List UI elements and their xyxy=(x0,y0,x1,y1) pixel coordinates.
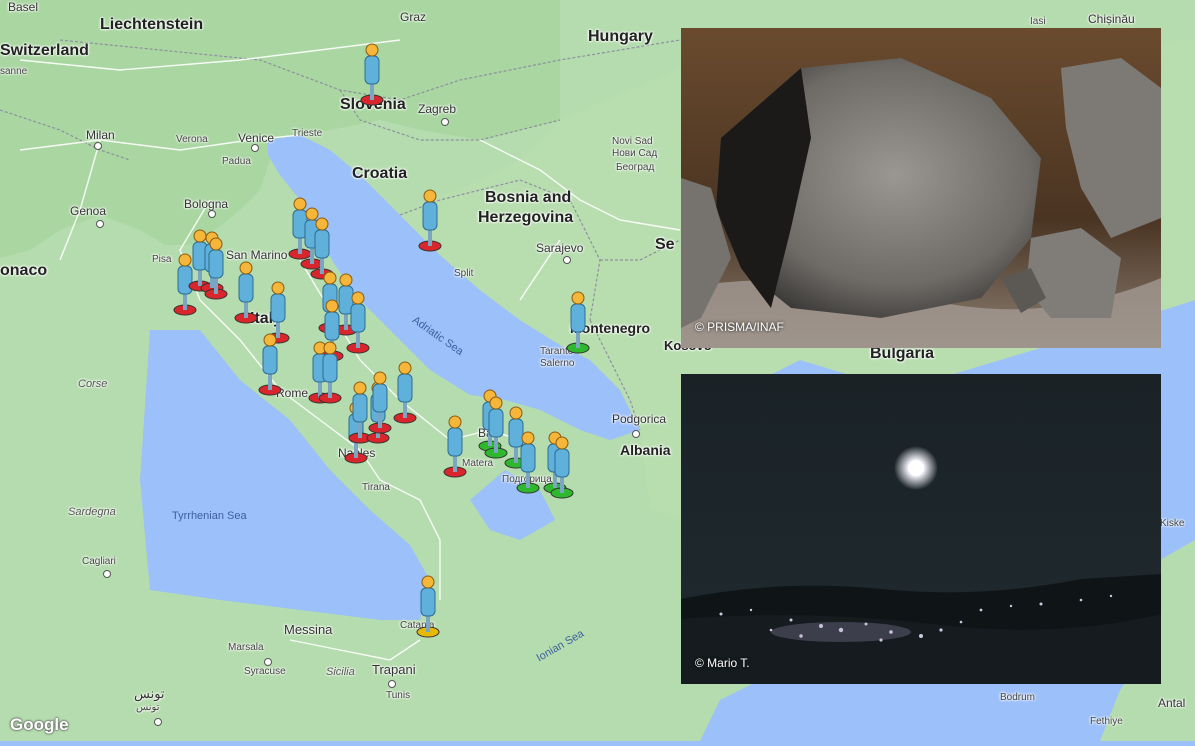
place-dot xyxy=(154,718,162,726)
photo-credit: © PRISMA/INAF xyxy=(695,320,784,334)
city-label: sanne xyxy=(0,66,28,77)
meteorite-image xyxy=(681,28,1161,348)
place-dot xyxy=(563,256,571,264)
place-dot xyxy=(96,220,104,228)
city-label: Novi Sad xyxy=(612,136,653,147)
city-label: Cagliari xyxy=(82,556,116,567)
photo-credit: © Mario T. xyxy=(695,656,750,670)
country-label: Bosnia and xyxy=(485,189,572,206)
person-marker[interactable] xyxy=(550,435,574,499)
place-dot xyxy=(441,118,449,126)
city-label: Sarajevo xyxy=(536,241,584,255)
place-dot xyxy=(264,658,272,666)
person-marker[interactable] xyxy=(443,414,467,478)
city-label: Basel xyxy=(8,0,39,14)
city-label: Podgorica xyxy=(612,412,667,426)
city-label: Trieste xyxy=(292,128,323,139)
city-label: Trapani xyxy=(372,662,416,677)
person-marker[interactable] xyxy=(368,370,392,434)
person-marker[interactable] xyxy=(258,332,282,396)
city-label: Београд xyxy=(616,162,655,173)
place-dot xyxy=(103,570,111,578)
city-label: Salerno xyxy=(540,358,575,369)
fireball-image xyxy=(681,374,1161,684)
island-label: Sardegna xyxy=(68,506,116,518)
city-label: Graz xyxy=(400,10,427,24)
country-label: Liechtenstein xyxy=(100,16,204,33)
city-label: تونس xyxy=(134,686,165,701)
place-dot xyxy=(208,210,216,218)
city-label: Tirana xyxy=(362,482,390,493)
country-label: Herzegovina xyxy=(478,209,574,226)
city-label: Syracuse xyxy=(244,666,286,677)
person-marker[interactable] xyxy=(204,236,228,300)
google-logo: Google xyxy=(10,715,69,734)
city-label: Pisa xyxy=(152,254,172,265)
city-label: Нови Сад xyxy=(612,148,658,159)
city-label: Zagreb xyxy=(418,102,457,116)
fireball-photo: © Mario T. xyxy=(681,374,1161,684)
person-marker[interactable] xyxy=(418,188,442,252)
country-label: Hungary xyxy=(588,28,653,45)
island-label: Corse xyxy=(78,378,108,390)
city-label: Messina xyxy=(284,622,333,637)
person-marker[interactable] xyxy=(566,290,590,354)
person-marker[interactable] xyxy=(346,290,370,354)
city-label: Fethiye xyxy=(1090,716,1123,727)
place-dot xyxy=(388,680,396,688)
city-label: Split xyxy=(454,268,474,279)
person-marker[interactable] xyxy=(393,360,417,424)
city-label: Tunis xyxy=(386,690,411,701)
person-marker[interactable] xyxy=(516,430,540,494)
city-label: Genoa xyxy=(70,204,107,218)
city-label: تونس xyxy=(136,702,160,713)
country-label: Switzerland xyxy=(0,42,89,59)
country-label: Albania xyxy=(620,442,671,458)
meteorite-photo: © PRISMA/INAF xyxy=(681,28,1161,348)
city-label: Bodrum xyxy=(1000,692,1036,703)
city-label: Venice xyxy=(238,131,275,145)
country-label: Se xyxy=(655,236,675,253)
person-marker[interactable] xyxy=(234,260,258,324)
city-label: Bologna xyxy=(184,197,229,211)
city-label: Iasi xyxy=(1030,16,1046,27)
person-marker[interactable] xyxy=(318,340,342,404)
city-label: Verona xyxy=(176,134,208,145)
city-label: Milan xyxy=(86,128,115,142)
place-dot xyxy=(632,430,640,438)
city-label: Chișinău xyxy=(1088,12,1135,26)
country-label: Croatia xyxy=(352,165,408,182)
place-dot xyxy=(94,142,102,150)
sea-label: Tyrrhenian Sea xyxy=(172,510,247,522)
country-label: onaco xyxy=(0,262,48,279)
person-marker[interactable] xyxy=(360,42,384,106)
city-label: Kiske xyxy=(1160,518,1185,529)
city-label: Padua xyxy=(222,156,251,167)
island-label: Sicilia xyxy=(326,666,355,678)
person-marker[interactable] xyxy=(416,574,440,638)
city-label: Antal xyxy=(1158,696,1186,710)
city-label: Marsala xyxy=(228,642,264,653)
place-dot xyxy=(251,144,259,152)
